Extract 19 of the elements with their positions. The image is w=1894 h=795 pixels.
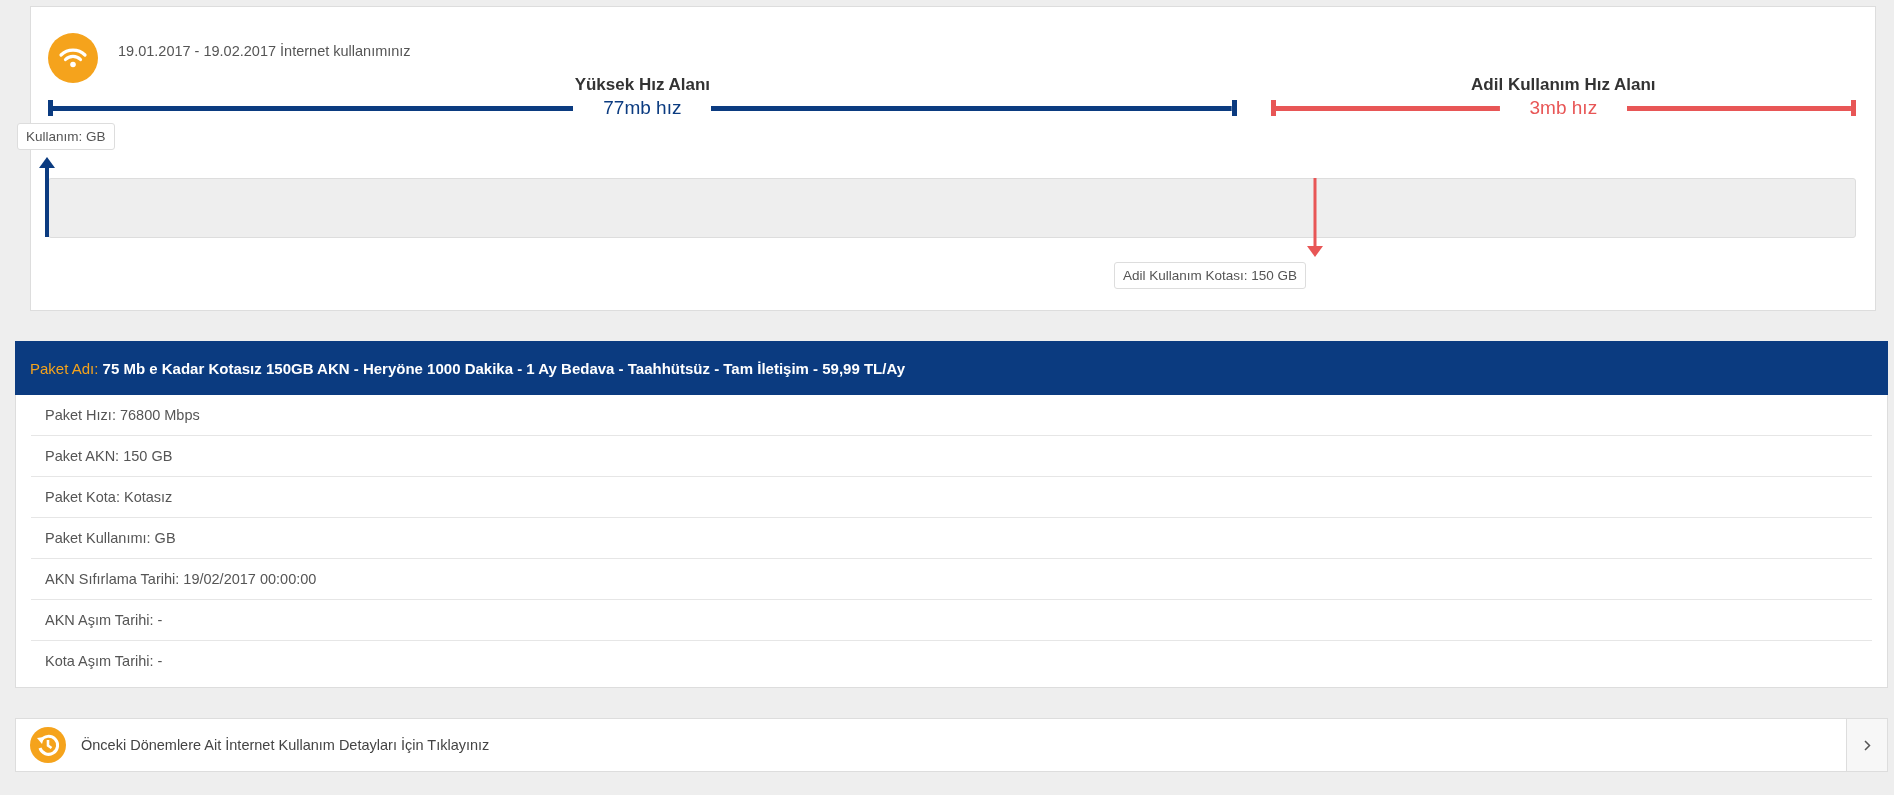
detail-row: AKN Sıfırlama Tarihi: 19/02/2017 00:00:00: [31, 559, 1872, 600]
zone-title: Adil Kullanım Hız Alanı: [1471, 74, 1656, 96]
detail-row: Paket AKN: 150 GB: [31, 436, 1872, 477]
usage-tag: Kullanım: GB: [17, 123, 115, 150]
chevron-right-icon: [1863, 739, 1871, 751]
history-icon: [30, 727, 66, 763]
detail-row: Paket Hızı: 76800 Mbps: [31, 395, 1872, 436]
detail-row: Paket Kota: Kotasız: [31, 477, 1872, 518]
package-name: Paket Adı: 75 Mb e Kadar Kotasız 150GB AKN - Heryöne 1000 Dakika - 1 Ay Bedava - Taahhütsüz - Tam İletişim - 59,99 TL/Ay: [30, 359, 906, 377]
usage-period-title: 19.01.2017 - 19.02.2017 İnternet kullanımınız: [118, 42, 411, 59]
detail-row-text: Kota Aşım Tarihi: -: [44, 652, 164, 671]
history-link[interactable]: Önceki Dönemlere Ait İnternet Kullanım Detayları İçin Tıklayınız: [15, 718, 1888, 772]
zone-title: Yüksek Hız Alanı: [574, 74, 711, 96]
speed-label: 3mb hız: [1528, 97, 1599, 119]
detail-row: Paket Kullanımı: GB: [31, 518, 1872, 559]
quota-tag: Adil Kullanım Kotası: 150 GB: [1114, 262, 1307, 289]
wifi-icon: [48, 33, 98, 83]
speed-label: 77mb hız: [602, 97, 683, 119]
detail-row: AKN Aşım Tarihi: -: [31, 600, 1872, 641]
